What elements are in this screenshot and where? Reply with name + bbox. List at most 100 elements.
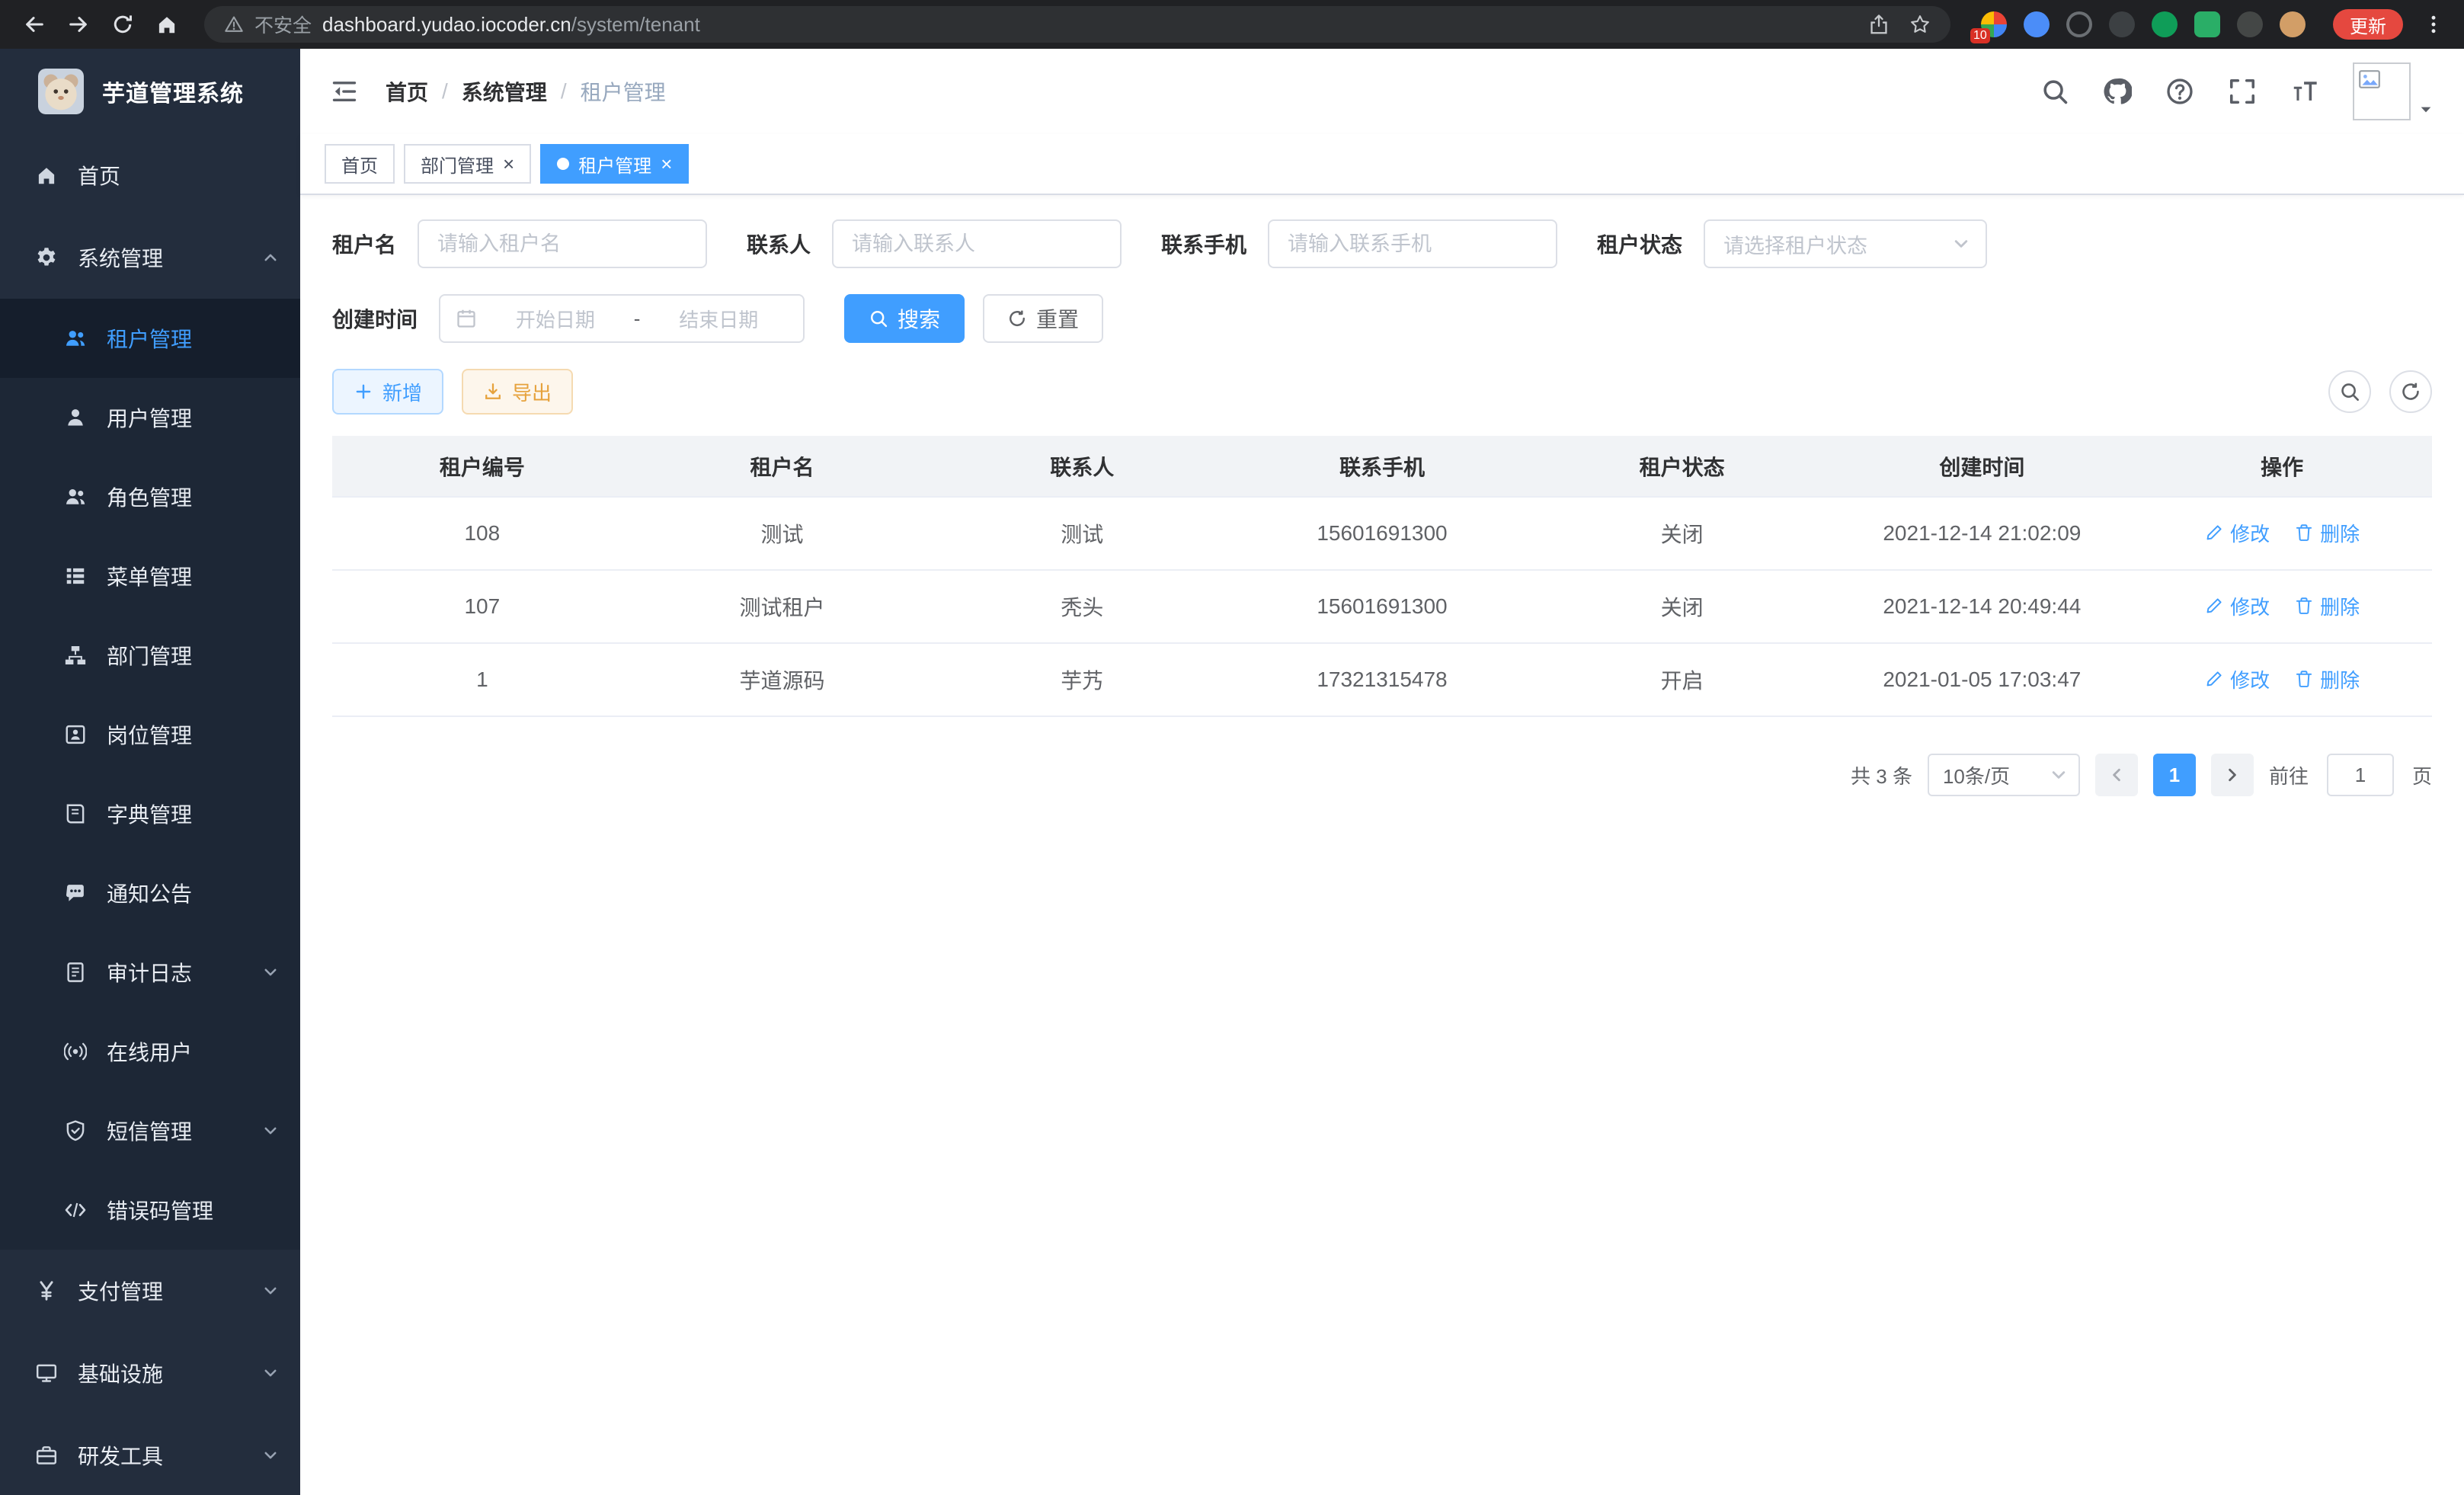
page-size-select[interactable]: 10条/页 xyxy=(1928,754,2080,796)
goto-page-input[interactable] xyxy=(2327,754,2394,796)
column-header-4: 租户状态 xyxy=(1532,436,1832,497)
extension-green-circle[interactable] xyxy=(2152,11,2178,37)
browser-update-button[interactable]: 更新 xyxy=(2333,9,2403,40)
sidebar-item-post[interactable]: 岗位管理 xyxy=(0,695,300,774)
edit-link[interactable]: 修改 xyxy=(2204,519,2270,547)
extension-dark[interactable] xyxy=(2237,11,2263,37)
add-button[interactable]: 新增 xyxy=(332,369,443,415)
edit-label: 修改 xyxy=(2230,665,2270,693)
sidebar-item-notice[interactable]: 通知公告 xyxy=(0,853,300,933)
delete-link[interactable]: 删除 xyxy=(2294,665,2360,693)
github-link-icon[interactable] xyxy=(2103,77,2132,106)
plus-icon xyxy=(354,382,373,402)
sidebar-item-user[interactable]: 用户管理 xyxy=(0,378,300,457)
share-icon[interactable] xyxy=(1868,14,1890,35)
edit-icon xyxy=(2204,669,2224,689)
contact-field: 联系人 xyxy=(747,219,1122,268)
sidebar-item-role[interactable]: 角色管理 xyxy=(0,457,300,536)
toggle-search-button[interactable] xyxy=(2328,370,2371,413)
tenant-status-select[interactable]: 请选择租户状态 xyxy=(1704,219,1987,268)
tab-close-icon[interactable]: × xyxy=(661,154,672,174)
extension-olive[interactable] xyxy=(2109,11,2135,37)
delete-label: 删除 xyxy=(2320,665,2360,693)
delete-link[interactable]: 删除 xyxy=(2294,519,2360,547)
extension-dark-ring[interactable] xyxy=(2066,11,2092,37)
header-search-icon[interactable] xyxy=(2040,77,2069,106)
extension-blue[interactable] xyxy=(2024,11,2050,37)
user-avatar-menu[interactable] xyxy=(2353,62,2434,120)
create-time-label: 创建时间 xyxy=(332,303,418,334)
sidebar-item-infra[interactable]: 基础设施 xyxy=(0,1332,300,1414)
sidebar-item-label: 短信管理 xyxy=(107,1116,242,1146)
user-icon xyxy=(64,406,87,429)
extensions-strip: 10 xyxy=(1981,11,2306,37)
browser-menu-icon[interactable] xyxy=(2418,14,2449,35)
refresh-table-button[interactable] xyxy=(2389,370,2432,413)
column-header-6: 操作 xyxy=(2132,436,2432,497)
tab-label: 首页 xyxy=(341,151,378,178)
page-size-value: 10条/页 xyxy=(1943,761,2010,789)
edit-link[interactable]: 修改 xyxy=(2204,592,2270,620)
search-button[interactable]: 搜索 xyxy=(844,294,965,343)
sidebar-item-error-code[interactable]: 错误码管理 xyxy=(0,1170,300,1250)
extension-colorful[interactable]: 10 xyxy=(1981,11,2007,37)
home-button[interactable] xyxy=(148,5,186,43)
edit-link[interactable]: 修改 xyxy=(2204,665,2270,693)
reset-button[interactable]: 重置 xyxy=(983,294,1103,343)
sidebar-item-dept[interactable]: 部门管理 xyxy=(0,616,300,695)
sidebar-item-online-user[interactable]: 在线用户 xyxy=(0,1012,300,1091)
sidebar-item-home[interactable]: 首页 xyxy=(0,134,300,216)
sidebar-item-audit-log[interactable]: 审计日志 xyxy=(0,933,300,1012)
sidebar-item-pay[interactable]: 支付管理 xyxy=(0,1250,300,1332)
broken-image-icon xyxy=(2357,67,2382,91)
breadcrumb-system[interactable]: 系统管理 xyxy=(462,76,547,107)
address-bar[interactable]: 不安全 dashboard.yudao.iocoder.cn/system/te… xyxy=(204,6,1950,43)
avatar[interactable] xyxy=(2353,62,2411,120)
chat-icon xyxy=(64,882,87,904)
sidebar-item-label: 基础设施 xyxy=(78,1358,242,1388)
forward-button[interactable] xyxy=(59,5,98,43)
next-page-button[interactable] xyxy=(2211,754,2254,796)
cell-actions: 修改删除 xyxy=(2132,497,2432,570)
tab-label: 租户管理 xyxy=(578,151,651,178)
collapse-sidebar-icon[interactable] xyxy=(331,78,358,105)
bookmark-star-icon[interactable] xyxy=(1909,14,1931,35)
create-time-range-picker[interactable]: 开始日期 - 结束日期 xyxy=(439,294,805,343)
chevron-down-icon xyxy=(262,1365,279,1381)
back-button[interactable] xyxy=(15,5,53,43)
prev-page-button[interactable] xyxy=(2095,754,2138,796)
sidebar-item-label: 在线用户 xyxy=(107,1036,279,1067)
export-button[interactable]: 导出 xyxy=(462,369,573,415)
filter-row-2: 创建时间 开始日期 - 结束日期 搜索 重置 xyxy=(332,294,2432,343)
font-size-setting-icon[interactable] xyxy=(2290,77,2319,106)
edit-icon xyxy=(2204,523,2224,543)
sidebar-item-sms[interactable]: 短信管理 xyxy=(0,1091,300,1170)
tab-tenant[interactable]: 租户管理 × xyxy=(540,144,689,184)
column-header-3: 联系手机 xyxy=(1232,436,1532,497)
extension-green-square[interactable] xyxy=(2194,11,2220,37)
delete-icon xyxy=(2294,669,2314,689)
sidebar-item-dict[interactable]: 字典管理 xyxy=(0,774,300,853)
cell-phone: 17321315478 xyxy=(1232,643,1532,716)
tab-home[interactable]: 首页 xyxy=(325,144,395,184)
delete-link[interactable]: 删除 xyxy=(2294,592,2360,620)
page-1-button[interactable]: 1 xyxy=(2153,754,2196,796)
create-time-field: 创建时间 开始日期 - 结束日期 xyxy=(332,294,805,343)
tenant-name-input[interactable] xyxy=(418,219,707,268)
sidebar-item-tenant[interactable]: 租户管理 xyxy=(0,299,300,378)
phone-input[interactable] xyxy=(1268,219,1557,268)
main-area: 首页 / 系统管理 / 租户管理 首页部门管理×租户管理× xyxy=(300,49,2464,1495)
help-icon[interactable] xyxy=(2165,77,2194,106)
users-icon xyxy=(64,327,87,350)
contact-input[interactable] xyxy=(832,219,1122,268)
reload-button[interactable] xyxy=(104,5,142,43)
tab-dept[interactable]: 部门管理× xyxy=(404,144,531,184)
sidebar-item-system[interactable]: 系统管理 xyxy=(0,216,300,299)
extension-tan[interactable] xyxy=(2280,11,2306,37)
end-date-placeholder: 结束日期 xyxy=(649,305,788,333)
fullscreen-toggle-icon[interactable] xyxy=(2228,77,2257,106)
breadcrumb-home[interactable]: 首页 xyxy=(386,76,428,107)
tab-close-icon[interactable]: × xyxy=(503,154,514,174)
sidebar-item-menu[interactable]: 菜单管理 xyxy=(0,536,300,616)
sidebar-item-dev-tool[interactable]: 研发工具 xyxy=(0,1414,300,1495)
